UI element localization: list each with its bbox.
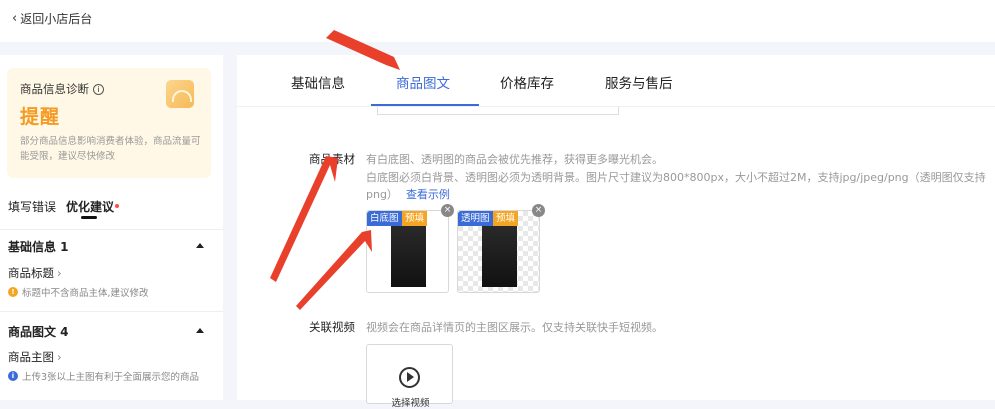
material-hint-3: png） 查看示例 — [366, 188, 450, 201]
transparent-tag: 透明图 — [458, 211, 493, 226]
chevron-right-icon: › — [57, 350, 62, 364]
back-link[interactable]: ‹ 返回小店后台 — [12, 10, 92, 27]
previous-field-edge — [377, 107, 619, 115]
item-note-title: ! 标题中不含商品主体,建议修改 — [8, 285, 149, 299]
play-icon — [399, 367, 420, 388]
material-hint-1: 有白底图、透明图的商品会被优先推荐，获得更多曝光机会。 — [366, 153, 663, 166]
tab-product-images[interactable]: 商品图文 — [396, 72, 450, 92]
active-tab-underline — [81, 216, 97, 219]
material-label: 商品素材 — [309, 152, 355, 166]
warning-icon: ! — [8, 287, 18, 297]
divider — [0, 311, 223, 312]
select-video-label: 选择视频 — [391, 398, 430, 409]
video-label: 关联视频 — [309, 320, 355, 334]
top-bar: ‹ 返回小店后台 — [0, 0, 995, 42]
diagnosis-title: 商品信息诊断 i — [20, 81, 104, 97]
chevron-left-icon: ‹ — [12, 11, 18, 26]
main-panel: 基础信息 商品图文 价格库存 服务与售后 商品素材 有白底图、透明图的商品会被优… — [237, 55, 995, 409]
diagnosis-card: 商品信息诊断 i 提醒 部分商品信息影响消费者体验，商品流量可能受限，建议尽快修改 — [7, 68, 211, 178]
tab-price-stock[interactable]: 价格库存 — [500, 72, 554, 92]
prefill-tag: 预填 — [493, 211, 519, 226]
divider — [0, 229, 223, 230]
tab-fill-errors[interactable]: 填写错误 — [8, 198, 56, 215]
transparent-image-slot[interactable]: 透明图 预填 × — [457, 204, 545, 293]
video-hint: 视频会在商品详情页的主图区展示。仅支持关联快手短视频。 — [366, 321, 663, 334]
item-product-title[interactable]: 商品标题 › — [8, 265, 62, 281]
prefill-tag: 预填 — [402, 211, 428, 226]
tab-service-aftersale[interactable]: 服务与售后 — [605, 72, 673, 92]
item-main-image[interactable]: 商品主图 › — [8, 349, 62, 365]
tab-basic-info[interactable]: 基础信息 — [291, 72, 345, 92]
diagnosis-desc: 部分商品信息影响消费者体验，商品流量可能受限，建议尽快修改 — [20, 136, 201, 162]
white-bg-tag: 白底图 — [367, 211, 402, 226]
tab-optimize-suggestions[interactable]: 优化建议 — [66, 198, 114, 215]
diagnosis-remind: 提醒 — [20, 106, 61, 128]
product-image — [482, 225, 517, 287]
info-icon: i — [8, 371, 18, 381]
back-label: 返回小店后台 — [20, 12, 93, 26]
caret-up-icon[interactable] — [196, 243, 204, 248]
item-note-main-image: i 上传3张以上主图有利于全面展示您的商品 — [8, 369, 199, 383]
caret-up-icon[interactable] — [196, 328, 204, 333]
product-image — [391, 225, 426, 287]
section-head-basic[interactable]: 基础信息 1 — [8, 238, 69, 255]
section-head-images[interactable]: 商品图文 4 — [8, 323, 69, 340]
diagnosis-illustration-icon — [166, 80, 194, 108]
view-example-link[interactable]: 查看示例 — [406, 188, 450, 201]
info-icon[interactable]: i — [93, 84, 104, 95]
notification-dot — [115, 204, 119, 208]
white-bg-image-slot[interactable]: 白底图 预填 × — [366, 204, 454, 293]
material-hint-2: 白底图必须白背景、透明图必须为透明背景。图片尺寸建议为800*800px，大小不… — [366, 171, 986, 184]
close-icon[interactable]: × — [532, 204, 545, 217]
sidebar: 商品信息诊断 i 提醒 部分商品信息影响消费者体验，商品流量可能受限，建议尽快修改… — [0, 55, 223, 400]
close-icon[interactable]: × — [441, 204, 454, 217]
select-video-button[interactable]: 选择视频 — [366, 344, 453, 409]
chevron-right-icon: › — [57, 266, 62, 280]
